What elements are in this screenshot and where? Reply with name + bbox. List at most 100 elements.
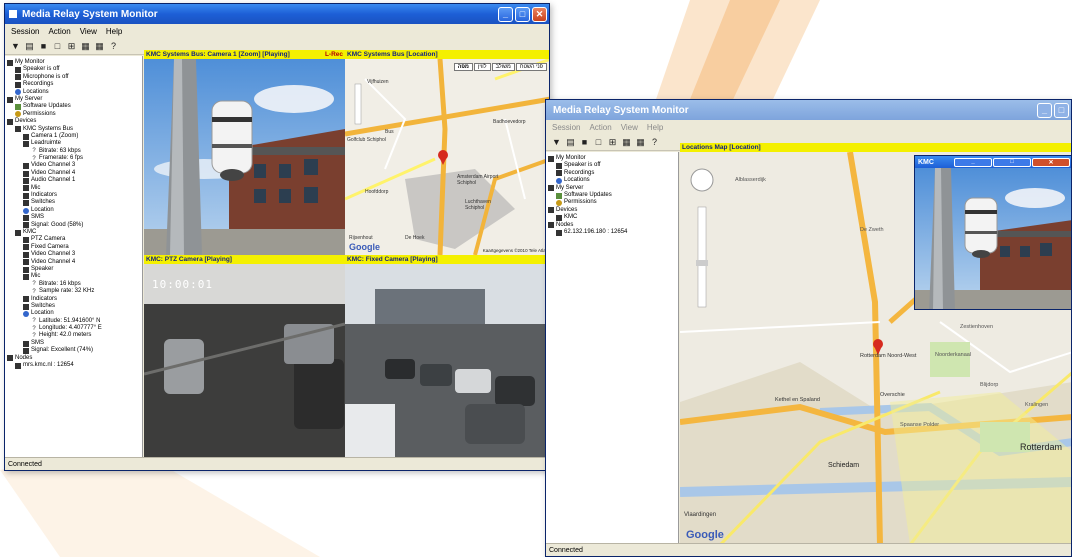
layout-large-grid-icon[interactable]: ▦ <box>94 41 105 52</box>
menu-help[interactable]: Help <box>106 27 122 36</box>
tree-item[interactable]: KMC <box>548 214 676 221</box>
menu-session[interactable]: Session <box>11 27 39 36</box>
tree-item[interactable]: My Monitor <box>7 59 140 66</box>
map-tab-map[interactable]: מפה <box>453 63 473 71</box>
tree-item[interactable]: ? Sample rate: 32 KHz <box>7 288 140 295</box>
tree-item[interactable]: Recordings <box>548 170 676 177</box>
minimize-button[interactable]: _ <box>1037 102 1052 118</box>
tree-item[interactable]: Video Channel 4 <box>7 170 140 177</box>
maximize-button[interactable]: □ <box>1054 102 1069 118</box>
layout-single-icon[interactable]: □ <box>52 41 63 52</box>
tree-item[interactable]: Signal: Excellent (74%) <box>7 347 140 354</box>
tree-item[interactable]: Location <box>7 310 140 317</box>
maximize-button[interactable]: □ <box>993 157 1031 167</box>
tree-item[interactable]: Leadruimte <box>7 140 140 147</box>
tree-item[interactable]: Signal: Good (58%) <box>7 222 140 229</box>
tree-item[interactable]: ? Longitude: 4.407777° E <box>7 325 140 332</box>
nodes-icon <box>7 355 13 362</box>
tree-item[interactable]: Speaker <box>7 266 140 273</box>
tree-item[interactable]: My Server <box>7 96 140 103</box>
tree-item[interactable]: My Server <box>548 185 676 192</box>
location-panel[interactable]: KMC Systems Bus [Location] מפה לווין משו… <box>345 50 549 255</box>
layout-grid-icon[interactable]: ▦ <box>80 41 91 52</box>
kmc-video-popup[interactable]: KMC _ □ ✕ <box>914 155 1071 310</box>
layout-single-icon[interactable]: □ <box>593 137 604 148</box>
tree-item[interactable]: Indicators <box>7 296 140 303</box>
menu-session[interactable]: Session <box>552 123 580 132</box>
tree-item[interactable]: Nodes <box>7 355 140 362</box>
tree-item[interactable]: Software Updates <box>548 192 676 199</box>
tree-item[interactable]: SMS <box>7 214 140 221</box>
map-tab-terrain[interactable]: פני השטח <box>515 63 547 71</box>
tree-item[interactable]: SMS <box>7 340 140 347</box>
open-folder-icon[interactable]: ▤ <box>24 41 35 52</box>
layout-large-grid-icon[interactable]: ▦ <box>635 137 646 148</box>
tree-item[interactable]: 62.132.196.180 : 12654 <box>548 229 676 236</box>
tree-item[interactable]: ? Framerate: 6 fps <box>7 155 140 162</box>
location-map[interactable]: מפה לווין משולב פני השטח Vijfhuizen Bus … <box>345 59 549 255</box>
tree-item[interactable]: Location <box>7 207 140 214</box>
tree-item[interactable]: PTZ Camera <box>7 236 140 244</box>
map-tab-satellite[interactable]: לווין <box>473 63 491 71</box>
tree-item[interactable]: Indicators <box>7 192 140 199</box>
menu-action[interactable]: Action <box>48 27 70 36</box>
filter-icon[interactable]: ▼ <box>551 137 562 148</box>
tree-item[interactable]: Fixed Camera <box>7 244 140 251</box>
layout-quad-icon[interactable]: ⊞ <box>66 41 77 52</box>
minimize-button[interactable]: _ <box>954 157 992 167</box>
menu-view[interactable]: View <box>621 123 638 132</box>
save-icon[interactable]: ■ <box>38 41 49 52</box>
tree-item[interactable]: Software Updates <box>7 103 140 111</box>
tree-item[interactable]: Switches <box>7 199 140 207</box>
tree-item[interactable]: Devices <box>7 118 140 125</box>
tree-item[interactable]: Mic <box>7 185 140 192</box>
tree-item[interactable]: Recordings <box>7 81 140 88</box>
tree-item[interactable]: Video Channel 3 <box>7 251 140 258</box>
tree-item[interactable]: Mic <box>7 273 140 281</box>
filter-icon[interactable]: ▼ <box>10 41 21 52</box>
tree-item[interactable]: Video Channel 4 <box>7 259 140 266</box>
tree-item[interactable]: Locations <box>548 177 676 184</box>
tree-item[interactable]: mrs.kmc.nl : 12654 <box>7 362 140 369</box>
layout-quad-icon[interactable]: ⊞ <box>607 137 618 148</box>
menu-help[interactable]: Help <box>647 123 663 132</box>
tree-item[interactable]: Speaker is off <box>7 66 140 74</box>
tree-item[interactable]: KMC Systems Bus <box>7 126 140 133</box>
minimize-button[interactable]: _ <box>498 6 513 22</box>
locations-map-panel[interactable]: Locations Map [Location] Alblasserdijk D… <box>680 143 1071 545</box>
maximize-button[interactable]: □ <box>515 6 530 22</box>
kmc-popup-titlebar[interactable]: KMC _ □ ✕ <box>915 156 1071 168</box>
menu-action[interactable]: Action <box>589 123 611 132</box>
tree-item[interactable]: Nodes <box>548 222 676 229</box>
tree-item[interactable]: ? Bitrate: 63 kbps <box>7 148 140 155</box>
open-folder-icon[interactable]: ▤ <box>565 137 576 148</box>
tree-item[interactable]: My Monitor <box>548 155 676 162</box>
layout-grid-icon[interactable]: ▦ <box>621 137 632 148</box>
back-window-titlebar[interactable]: Media Relay System Monitor _ □ ✕ <box>5 4 549 24</box>
tree-item[interactable]: Devices <box>548 207 676 214</box>
help-icon[interactable]: ? <box>108 41 119 52</box>
close-button[interactable]: ✕ <box>1032 157 1070 167</box>
front-window-titlebar[interactable]: Media Relay System Monitor _ □ <box>546 100 1071 120</box>
tree-item[interactable]: Microphone is off <box>7 74 140 81</box>
close-button[interactable]: ✕ <box>532 6 547 22</box>
map-tab-hybrid[interactable]: משולב <box>491 63 515 71</box>
tree-item[interactable]: Switches <box>7 303 140 310</box>
tree-item[interactable]: ? Height: 42.0 meters <box>7 332 140 339</box>
fixed-camera-panel[interactable]: KMC: Fixed Camera [Playing] <box>345 255 549 458</box>
tree-item[interactable]: Locations <box>7 89 140 96</box>
tree-item[interactable]: KMC <box>7 229 140 236</box>
tree-item[interactable]: Video Channel 3 <box>7 162 140 170</box>
tree-item[interactable]: ? Latitude: 51.941600° N <box>7 318 140 325</box>
save-icon[interactable]: ■ <box>579 137 590 148</box>
camera1-panel[interactable]: KMC Systems Bus: Camera 1 [Zoom] [Playin… <box>144 50 345 255</box>
help-icon[interactable]: ? <box>649 137 660 148</box>
ptz-camera-panel[interactable]: KMC: PTZ Camera [Playing] 10:00:01 <box>144 255 345 458</box>
tree-item[interactable]: Permissions <box>7 111 140 118</box>
tree-item[interactable]: Camera 1 (Zoom) <box>7 133 140 140</box>
tree-item[interactable]: Audio Channel 1 <box>7 177 140 184</box>
tree-item[interactable]: ? Bitrate: 16 kbps <box>7 281 140 288</box>
tree-item[interactable]: Speaker is off <box>548 162 676 170</box>
menu-view[interactable]: View <box>80 27 97 36</box>
tree-item[interactable]: Permissions <box>548 199 676 207</box>
